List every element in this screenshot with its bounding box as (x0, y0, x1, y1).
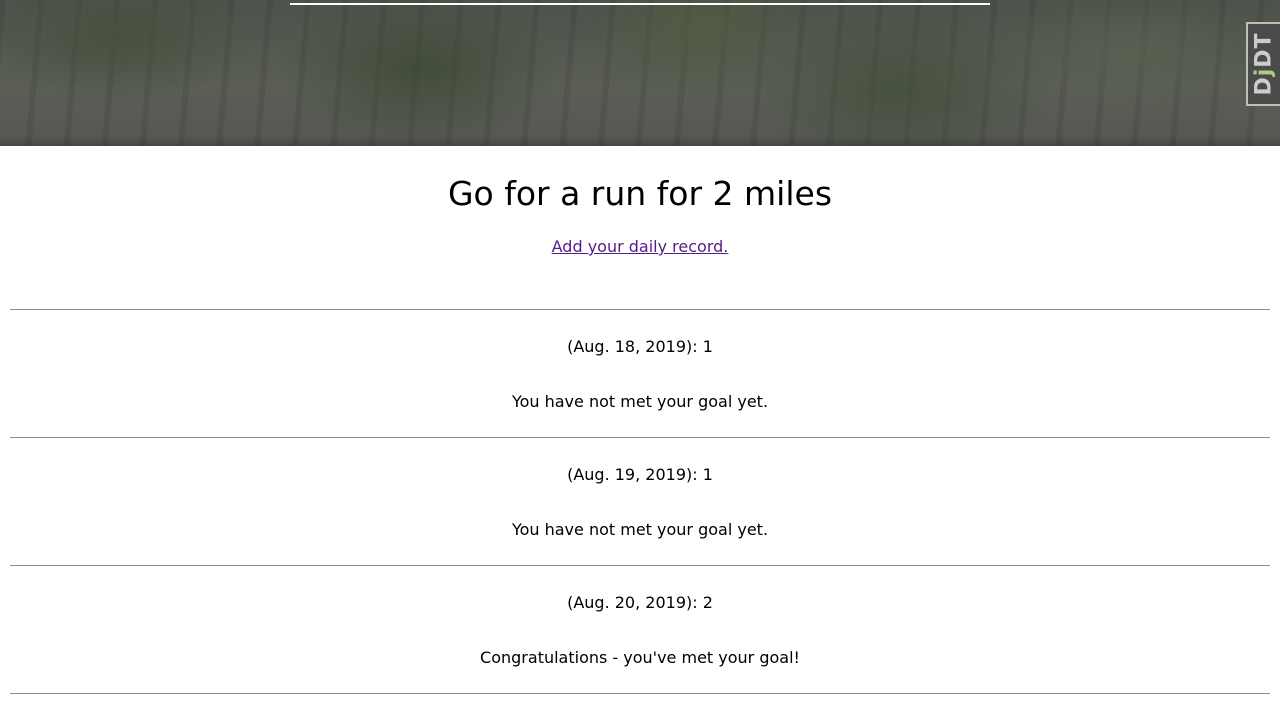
record-date: (Aug. 18, 2019): 1 (567, 337, 713, 356)
record-status: Congratulations - you've met your goal! (480, 648, 800, 667)
record-date: (Aug. 19, 2019): 1 (567, 465, 713, 484)
hero-title-underline (290, 3, 990, 5)
record-item: (Aug. 19, 2019): 1 You have not met your… (10, 437, 1270, 565)
goal-title: Go for a run for 2 miles (447, 174, 833, 213)
record-item: (Aug. 20, 2019): 2 Congratulations - you… (10, 565, 1270, 694)
records-list: (Aug. 18, 2019): 1 You have not met your… (10, 309, 1270, 694)
django-debug-toolbar-handle[interactable]: DjDT (1246, 22, 1280, 106)
djdt-logo-text: DjDT (1251, 32, 1277, 96)
add-daily-record-link[interactable]: Add your daily record. (552, 237, 729, 256)
record-date: (Aug. 20, 2019): 2 (567, 593, 713, 612)
hero-banner (0, 0, 1280, 146)
add-record-link-container: Add your daily record. (0, 237, 1280, 256)
record-status: You have not met your goal yet. (511, 392, 769, 411)
record-item: (Aug. 18, 2019): 1 You have not met your… (10, 309, 1270, 437)
record-status: You have not met your goal yet. (511, 520, 769, 539)
